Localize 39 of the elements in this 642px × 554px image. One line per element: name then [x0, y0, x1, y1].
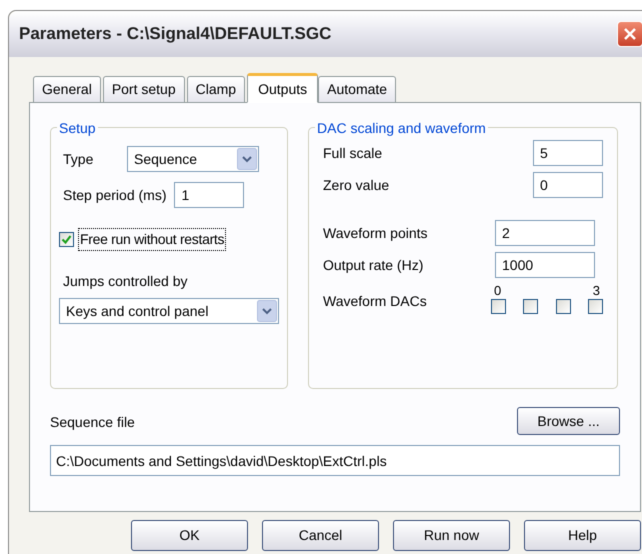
tab[interactable]: General	[33, 76, 101, 102]
input-field[interactable]: 1	[174, 182, 244, 208]
dialog-button[interactable]: Cancel	[262, 520, 379, 551]
type-label: Type	[63, 150, 94, 169]
browse-button[interactable]: Browse ...	[517, 407, 620, 435]
input-field[interactable]: 1000	[495, 252, 595, 278]
checkbox-label: Free run without restarts	[78, 228, 226, 251]
tab[interactable]: Automate	[318, 76, 396, 102]
close-icon	[623, 27, 637, 41]
close-button[interactable]	[617, 21, 642, 47]
checkbox[interactable]	[523, 299, 538, 314]
dialog-button[interactable]: Run now	[393, 520, 510, 551]
tab[interactable]: Clamp	[186, 76, 246, 102]
input-field[interactable]: 5	[533, 140, 603, 166]
field-label: Waveform points	[323, 224, 428, 243]
checkbox[interactable]	[491, 299, 506, 314]
dialog-button[interactable]: OK	[131, 520, 248, 551]
tab[interactable]: Outputs	[247, 73, 318, 103]
dac-index-label: 3	[592, 284, 600, 297]
dac-index-label: 0	[494, 284, 502, 297]
step-period-label: Step period (ms)	[63, 186, 166, 205]
checkmark-icon	[61, 234, 72, 245]
checkbox[interactable]	[588, 299, 603, 314]
waveform-dacs-label: Waveform DACs	[323, 292, 427, 311]
field-label: Full scale	[323, 144, 382, 162]
sequence-file-label: Sequence file	[50, 413, 135, 432]
input-field[interactable]: 2	[495, 220, 595, 246]
dialog-button[interactable]: Help	[524, 520, 641, 551]
field-label: Output rate (Hz)	[323, 256, 424, 275]
jumps-label: Jumps controlled by	[62, 272, 189, 291]
checkbox[interactable]	[59, 232, 74, 247]
input-field[interactable]: 0	[533, 172, 603, 198]
field-label: Zero value	[323, 176, 390, 194]
sequence-file-field[interactable]: C:\Documents and Settings\david\Desktop\ExtCtrl.pls	[50, 445, 620, 476]
dropdown[interactable]: Keys and control panel	[59, 298, 279, 324]
tab[interactable]: Port setup	[102, 76, 185, 102]
dropdown[interactable]: Sequence	[127, 146, 259, 172]
window-title: Parameters - C:\Signal4\DEFAULT.SGC	[19, 23, 332, 46]
checkbox[interactable]	[556, 299, 571, 314]
